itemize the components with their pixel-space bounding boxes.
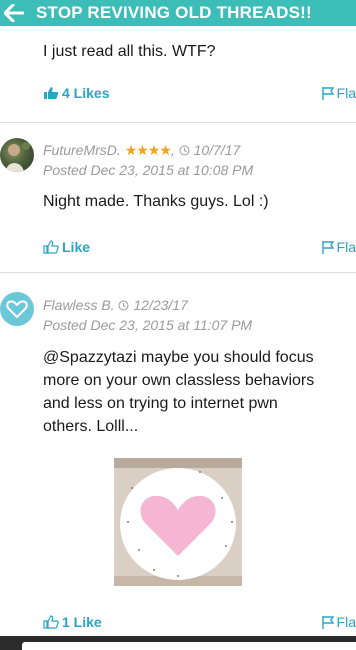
avatar[interactable] <box>0 292 34 326</box>
clock-icon <box>118 300 129 311</box>
flag-label: Fla <box>336 85 356 101</box>
post-text: @Spazzytazi maybe you should focus more … <box>43 346 314 438</box>
flag-button[interactable]: Fla <box>321 85 356 101</box>
username[interactable]: Flawless B. <box>43 297 115 313</box>
username[interactable]: FutureMrsD. <box>43 142 121 158</box>
bottom-bar <box>0 636 356 650</box>
like-button[interactable]: 4 Likes <box>43 85 109 101</box>
post-meta: FutureMrsD. ★★★★, 10/7/17 <box>43 142 241 158</box>
like-button[interactable]: 1 Like <box>43 614 102 630</box>
post-text-line: and less on trying to internet pwn <box>43 395 278 412</box>
post-divider <box>0 272 356 273</box>
thread-title: STOP REVIVING OLD THREADS!! <box>36 3 312 22</box>
post-text-line: more on your own classless behaviors <box>43 372 315 389</box>
post-text: I just read all this. WTF? <box>43 43 216 60</box>
flag-icon <box>321 615 334 629</box>
like-button[interactable]: Like <box>43 239 90 255</box>
reply-input[interactable] <box>22 642 356 650</box>
like-label: Like <box>62 239 91 255</box>
post-text-line: others. Lolll... <box>43 418 139 435</box>
rating-stars: ★★★★ <box>124 142 172 158</box>
member-date: 12/23/17 <box>133 297 188 313</box>
member-date: 10/7/17 <box>193 142 241 158</box>
thumbs-up-icon <box>44 87 59 99</box>
post-timestamp: Posted Dec 23, 2015 at 11:07 PM <box>43 317 253 333</box>
flag-icon <box>321 240 334 254</box>
flag-label: Fla <box>336 614 356 630</box>
post-timestamp: Posted Dec 23, 2015 at 10:08 PM <box>43 162 254 178</box>
thumbs-up-icon <box>43 615 59 629</box>
back-arrow-icon[interactable] <box>2 0 26 26</box>
post-text: Night made. Thanks guys. Lol :) <box>43 193 269 210</box>
avatar[interactable] <box>0 138 34 172</box>
thread-header: STOP REVIVING OLD THREADS!! <box>0 0 356 26</box>
flag-label: Fla <box>336 239 356 255</box>
clock-icon <box>179 145 190 156</box>
post-meta: Flawless B. 12/23/17 <box>43 295 188 315</box>
post-divider <box>0 122 356 123</box>
post-text-line: @Spazzytazi maybe you should focus <box>43 349 314 366</box>
post-image[interactable] <box>114 458 242 586</box>
thumbs-up-icon <box>43 240 59 254</box>
flag-icon <box>321 86 334 100</box>
heart-icon <box>6 300 28 318</box>
flag-button[interactable]: Fla <box>321 614 356 630</box>
flag-button[interactable]: Fla <box>321 239 356 255</box>
like-count: 1 Like <box>62 614 102 630</box>
like-count: 4 Likes <box>62 85 110 101</box>
